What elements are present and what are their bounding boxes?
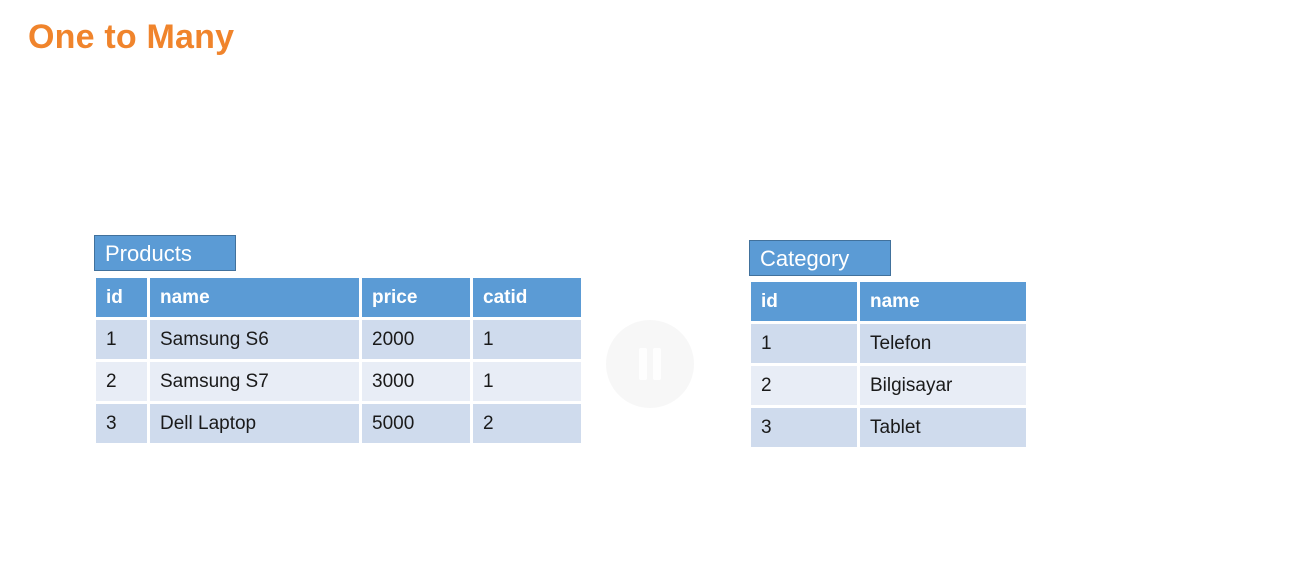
column-header-price: price [362,278,470,317]
cell-id: 2 [751,366,857,405]
cell-price: 3000 [362,362,470,401]
category-table: id name 1 Telefon 2 Bilgisayar 3 Tablet [748,279,1029,450]
cell-catid: 2 [473,404,581,443]
slide-title: One to Many [28,18,235,56]
table-header-row: id name [751,282,1026,321]
cell-catid: 1 [473,362,581,401]
table-row: 3 Dell Laptop 5000 2 [96,404,581,443]
category-table-caption: Category [749,240,891,276]
table-header-row: id name price catid [96,278,581,317]
cell-id: 1 [751,324,857,363]
cell-id: 2 [96,362,147,401]
cell-name: Samsung S7 [150,362,359,401]
table-row: 1 Samsung S6 2000 1 [96,320,581,359]
cell-name: Tablet [860,408,1026,447]
column-header-name: name [150,278,359,317]
cell-name: Dell Laptop [150,404,359,443]
cell-price: 5000 [362,404,470,443]
cell-name: Telefon [860,324,1026,363]
cell-id: 3 [751,408,857,447]
cell-name: Samsung S6 [150,320,359,359]
cell-id: 3 [96,404,147,443]
pause-overlay-button[interactable] [606,320,694,408]
cell-catid: 1 [473,320,581,359]
column-header-catid: catid [473,278,581,317]
column-header-id: id [96,278,147,317]
cell-price: 2000 [362,320,470,359]
cell-id: 1 [96,320,147,359]
table-row: 2 Bilgisayar [751,366,1026,405]
table-row: 2 Samsung S7 3000 1 [96,362,581,401]
table-row: 1 Telefon [751,324,1026,363]
products-table: id name price catid 1 Samsung S6 2000 1 … [93,275,584,446]
products-table-caption: Products [94,235,236,271]
cell-name: Bilgisayar [860,366,1026,405]
table-row: 3 Tablet [751,408,1026,447]
column-header-name: name [860,282,1026,321]
column-header-id: id [751,282,857,321]
